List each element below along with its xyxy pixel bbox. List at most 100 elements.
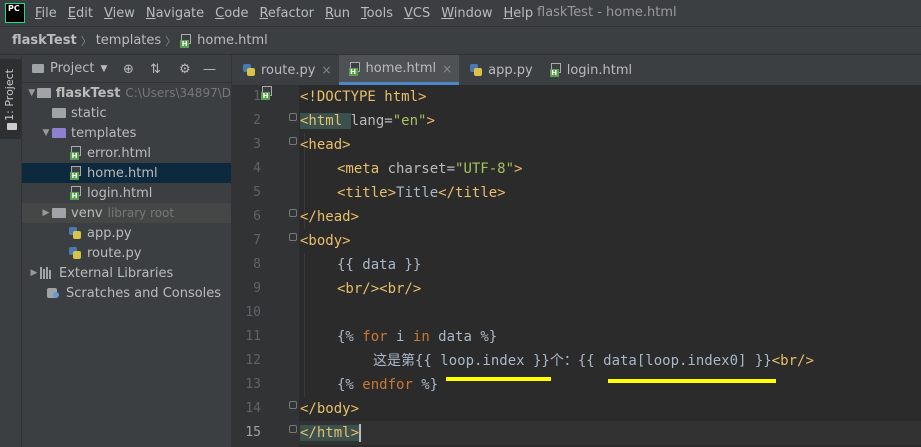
library-icon	[40, 267, 54, 279]
code-line-1: <!DOCTYPE html>	[300, 85, 426, 109]
breadcrumb-folder[interactable]: templates	[96, 33, 161, 48]
close-tab-icon[interactable]: ×	[442, 62, 452, 76]
line-number: 15	[245, 425, 261, 440]
code-editor[interactable]: <!DOCTYPE html> <html lang="en"> <head> …	[300, 85, 921, 447]
html-file-icon	[549, 63, 562, 77]
tree-item-label: login.html	[87, 185, 153, 201]
code-token: {%	[337, 329, 363, 345]
fold-marker-icon[interactable]	[289, 209, 297, 217]
tree-item-path: C:\Users\34897\D	[125, 86, 231, 100]
python-file-icon	[68, 246, 82, 260]
tree-item-static[interactable]: static	[22, 103, 231, 123]
annotation-underline	[446, 377, 551, 381]
breadcrumb-file[interactable]: home.html	[197, 33, 268, 48]
tree-item-templates[interactable]: ▼ templates	[22, 123, 231, 143]
menu-vcs[interactable]: VCS	[404, 6, 430, 21]
code-line-13: {% endfor %}	[337, 373, 438, 397]
line-number: 10	[245, 305, 261, 320]
menu-items: File Edit View Navigate Code Refactor Run Tools…	[35, 6, 544, 21]
project-panel: Project ▼ ⊕ ⇅ ⚙ — ▼ flaskTest C:\Users\3…	[22, 55, 231, 447]
tab-app-py[interactable]: app.py	[459, 55, 540, 85]
project-tree: ▼ flaskTest C:\Users\34897\D static ▼ te…	[22, 83, 231, 303]
tree-item-label: templates	[71, 125, 137, 141]
breadcrumb: flaskTest 〉 templates 〉 home.html	[0, 26, 921, 55]
html-file-icon	[70, 166, 82, 180]
menu-refactor[interactable]: Refactor	[259, 6, 314, 21]
fold-marker-icon[interactable]	[289, 137, 297, 145]
menu-window[interactable]: Window	[441, 6, 492, 21]
tree-item-label: app.py	[87, 225, 132, 241]
menu-code[interactable]: Code	[215, 6, 248, 21]
project-view-selector[interactable]: Project	[50, 61, 94, 76]
annotation-underline	[608, 379, 776, 383]
tree-item-app-py[interactable]: app.py	[22, 223, 231, 243]
tree-item-external-libraries[interactable]: ▶ External Libraries	[22, 263, 231, 283]
line-number: 1	[253, 89, 261, 104]
tree-item-project-root[interactable]: ▼ flaskTest C:\Users\34897\D	[22, 83, 231, 103]
code-token: <body>	[300, 233, 351, 249]
code-token: {{ data[loop.index0] }}	[577, 353, 772, 369]
collapse-all-icon[interactable]: ⇅	[150, 62, 161, 77]
tree-item-note: library root	[107, 206, 175, 220]
fold-marker-icon[interactable]	[289, 401, 297, 409]
code-token: in	[412, 329, 430, 345]
line-number: 4	[253, 161, 261, 176]
target-icon[interactable]: ⊕	[123, 62, 134, 77]
code-token: <br/><br/>	[337, 281, 422, 297]
menu-edit[interactable]: Edit	[68, 6, 93, 21]
breadcrumb-project[interactable]: flaskTest	[12, 33, 77, 48]
tree-item-venv[interactable]: ▶ venv library root	[22, 203, 231, 223]
tab-label: login.html	[566, 62, 633, 78]
chevron-right-icon[interactable]: ▶	[28, 268, 40, 278]
chevron-down-icon[interactable]: ▼	[26, 88, 37, 98]
menu-tools[interactable]: Tools	[361, 6, 393, 21]
close-tab-icon[interactable]: ×	[321, 63, 331, 77]
dropdown-arrow-icon[interactable]: ▼	[100, 64, 107, 74]
code-line-11: {% for i in data %}	[337, 325, 497, 349]
gear-icon[interactable]: ⚙	[179, 62, 191, 77]
code-line-6: </head>	[300, 205, 359, 229]
chevron-right-icon: 〉	[165, 34, 177, 48]
code-line-7: <body>	[300, 229, 351, 253]
html-file-icon	[261, 86, 273, 100]
tree-item-login-html[interactable]: login.html	[22, 183, 231, 203]
code-line-15: </html>	[300, 421, 362, 445]
project-tool-tab[interactable]: 1: Project	[0, 59, 21, 139]
menu-help[interactable]: Help	[504, 6, 534, 21]
tab-login-html[interactable]: login.html	[540, 55, 639, 85]
code-token: 这是第	[373, 353, 415, 369]
hide-icon[interactable]: —	[203, 62, 216, 77]
code-token: {{ loop.index }}	[415, 353, 550, 369]
chevron-down-icon[interactable]: ▼	[40, 128, 52, 138]
menu-file[interactable]: File	[35, 6, 57, 21]
code-token: <br/>	[771, 353, 814, 369]
scratches-icon	[47, 286, 61, 300]
tree-item-scratches[interactable]: Scratches and Consoles	[22, 283, 231, 303]
code-token: <title>	[337, 185, 397, 201]
tree-item-label: Scratches and Consoles	[66, 285, 222, 301]
tab-label: route.py	[261, 62, 316, 78]
code-token: </head>	[300, 209, 360, 225]
tree-item-label: home.html	[87, 165, 158, 181]
fold-marker-icon[interactable]	[289, 233, 297, 241]
tree-item-error-html[interactable]: error.html	[22, 143, 231, 163]
menu-run[interactable]: Run	[325, 6, 350, 21]
code-token: <html	[300, 113, 351, 129]
tree-item-route-py[interactable]: route.py	[22, 243, 231, 263]
code-token: 个：	[549, 353, 578, 369]
code-token: >	[426, 113, 435, 129]
code-line-5: <title>Title</title>	[337, 181, 506, 205]
fold-marker-icon[interactable]	[289, 113, 297, 121]
line-number: 11	[245, 329, 261, 344]
menu-view[interactable]: View	[104, 6, 135, 21]
menu-navigate[interactable]: Navigate	[146, 6, 204, 21]
tab-home-html[interactable]: home.html ×	[338, 55, 460, 85]
code-token: <meta	[337, 161, 388, 177]
chevron-right-icon[interactable]: ▶	[40, 208, 52, 218]
tree-item-home-html[interactable]: home.html	[22, 163, 231, 183]
tab-route-py[interactable]: route.py ×	[232, 55, 339, 85]
code-token: endfor	[362, 377, 413, 393]
folder-icon	[52, 208, 66, 218]
fold-marker-icon[interactable]	[289, 425, 297, 433]
html-file-icon	[348, 61, 361, 76]
